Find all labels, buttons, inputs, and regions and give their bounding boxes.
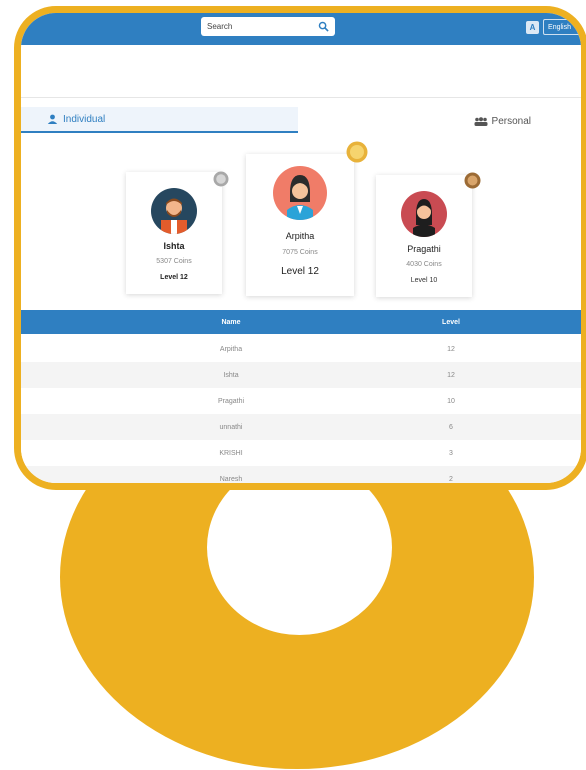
table-row[interactable]: Arpitha 12 [21,336,581,362]
table-row[interactable]: unnathi 6 [21,414,581,440]
podium-level: Level 12 [160,274,188,281]
podium-name: Ishta [163,241,185,251]
app-frame: Search A English Individual Personal Ish… [14,6,586,490]
users-icon [474,116,488,126]
row-level: 12 [447,345,455,353]
tab-individual[interactable]: Individual [21,107,298,133]
language-selector[interactable]: A English [526,19,581,35]
tab-personal-label: Personal [491,115,531,127]
podium-card-rank-3[interactable]: Pragathi 4030 Coins Level 10 [376,175,472,297]
podium-coins: 5307 Coins [156,258,192,265]
row-level: 6 [449,423,453,431]
row-level: 3 [449,449,453,457]
podium-name: Arpitha [285,231,315,241]
row-name: Pragathi [217,397,245,405]
table-row[interactable]: Pragathi 10 [21,388,581,414]
table-row[interactable]: Ishta 12 [21,362,581,388]
divider [21,97,581,98]
translate-icon[interactable]: A [526,20,540,34]
search-input[interactable]: Search [201,17,335,36]
language-button[interactable]: English [543,19,581,35]
table-row[interactable]: KRISHI 3 [21,440,581,466]
podium-coins: 4030 Coins [406,261,442,268]
column-header-level[interactable]: Level [401,310,501,334]
podium-card-rank-2[interactable]: Ishta 5307 Coins Level 12 [126,172,222,294]
row-name: Ishta [223,371,239,379]
tab-personal[interactable]: Personal [298,107,581,135]
avatar [401,191,447,237]
row-name: unnathi [219,423,243,431]
tab-individual-label: Individual [63,113,106,125]
column-header-name[interactable]: Name [181,310,281,334]
search-icon[interactable] [318,21,329,32]
podium-level: Level 12 [281,266,319,277]
avatar [273,166,327,220]
row-name: Naresh [219,475,243,483]
silver-medal-icon [213,171,229,187]
row-name: Arpitha [219,345,243,353]
podium-card-rank-1[interactable]: Arpitha 7075 Coins Level 12 [246,154,354,296]
top-bar: Search A English [21,13,581,45]
podium-coins: 7075 Coins [282,249,318,256]
podium-name: Pragathi [407,244,441,254]
leaderboard-tabs: Individual Personal [21,107,581,135]
bronze-medal-icon [464,172,481,189]
gold-medal-icon [346,141,368,163]
row-level: 10 [447,397,455,405]
table-row[interactable]: Naresh 2 [21,466,581,483]
row-level: 12 [447,371,455,379]
user-icon [47,114,58,124]
podium-level: Level 10 [410,277,438,284]
search-placeholder: Search [207,22,233,31]
table-header: Name Level [21,310,581,334]
avatar [151,188,197,234]
row-level: 2 [449,475,453,483]
row-name: KRISHI [219,449,243,457]
